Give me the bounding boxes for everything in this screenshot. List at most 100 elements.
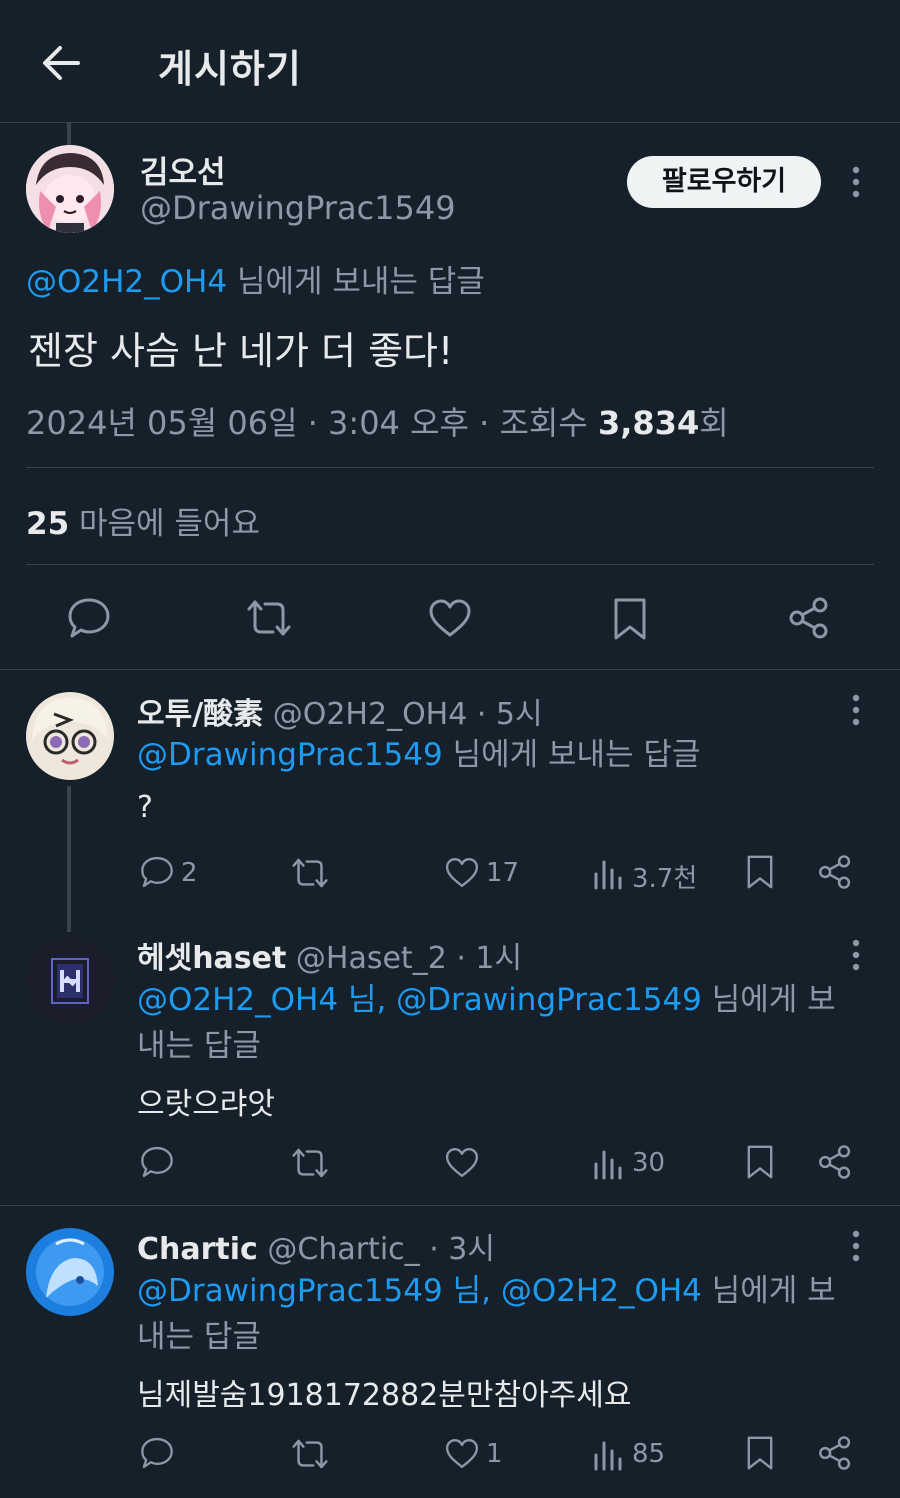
reply-context: @O2H2_OH4 님에게 보내는 답글 (26, 256, 485, 301)
retweet-icon (292, 1439, 328, 1469)
views-button[interactable] (592, 856, 624, 890)
mention-link[interactable]: @O2H2_OH4 님, @DrawingPrac1549 (137, 982, 702, 1018)
post-time[interactable]: · 5시 (467, 697, 543, 732)
thread-line (67, 786, 71, 932)
top-bar: 게시하기 (0, 0, 900, 123)
bookmark-button[interactable] (744, 1143, 776, 1181)
author-handle[interactable]: @DrawingPrac1549 (140, 189, 456, 227)
post-text: 으랏으랴앗 (137, 1087, 275, 1122)
retweet-button[interactable] (245, 596, 293, 640)
post-text: ? (137, 790, 153, 825)
author-name[interactable]: Chartic (137, 1232, 258, 1267)
reply-context: @O2H2_OH4 님, @DrawingPrac1549 님에게 보내는 답글 (137, 977, 837, 1069)
author-handle[interactable]: @Haset_2 (296, 941, 447, 976)
reply-header: Chartic @Chartic_ · 3시 (137, 1224, 495, 1268)
views-button[interactable] (592, 1146, 624, 1180)
bookmark-button[interactable] (744, 1434, 776, 1472)
reply-context: @DrawingPrac1549 님, @O2H2_OH4 님에게 보내는 답글 (137, 1268, 837, 1360)
retweet-button[interactable] (290, 1145, 330, 1181)
views-button[interactable] (592, 1437, 624, 1471)
share-icon (819, 855, 851, 889)
follow-button[interactable]: 팔로우하기 (627, 156, 821, 208)
mention-link[interactable]: @O2H2_OH4 (26, 264, 227, 300)
author-handle[interactable]: @Chartic_ (267, 1232, 419, 1267)
author-name[interactable]: 김오선 (140, 147, 226, 192)
more-options-button[interactable] (841, 162, 871, 202)
reply-icon (141, 856, 173, 888)
heart-icon (445, 858, 479, 887)
share-icon (819, 1145, 851, 1179)
post-time[interactable]: · 1시 (447, 941, 522, 976)
like-count: 17 (486, 858, 520, 888)
post-time[interactable]: · 3시 (420, 1232, 495, 1267)
avatar-image (26, 1228, 114, 1316)
share-button[interactable] (817, 854, 853, 890)
avatar[interactable] (26, 692, 114, 780)
bookmark-button[interactable] (610, 596, 650, 642)
post-timestamp[interactable]: 2024년 05월 06일 · 3:04 오후 · 조회수 (26, 404, 598, 442)
retweet-button[interactable] (290, 1436, 330, 1472)
analytics-icon (594, 1150, 622, 1180)
page-title: 게시하기 (158, 47, 302, 91)
reply-button[interactable] (139, 1145, 175, 1179)
bookmark-icon (747, 1436, 773, 1470)
like-button[interactable] (427, 597, 473, 639)
analytics-icon (594, 1441, 622, 1471)
heart-icon (429, 599, 471, 637)
retweet-icon (247, 600, 291, 636)
avatar[interactable] (26, 937, 114, 1025)
reply-button[interactable] (66, 596, 112, 640)
avatar-image (26, 937, 114, 1025)
view-count: 3.7천 (632, 864, 698, 894)
more-options-button[interactable] (841, 935, 871, 975)
retweet-icon (292, 858, 328, 888)
share-button[interactable] (817, 1144, 853, 1180)
bookmark-icon (747, 855, 773, 889)
likes-label: 마음에 들어요 (69, 506, 260, 542)
reply-header: 헤셋haset @Haset_2 · 1시 (137, 933, 522, 977)
reply-button[interactable] (139, 855, 175, 889)
back-button[interactable] (38, 40, 84, 86)
share-icon (789, 597, 828, 639)
reply-context: @DrawingPrac1549 님에게 보내는 답글 (137, 732, 837, 778)
divider (26, 467, 874, 468)
mention-link[interactable]: @DrawingPrac1549 님, @O2H2_OH4 (137, 1273, 702, 1309)
divider (0, 669, 900, 670)
mention-link[interactable]: @DrawingPrac1549 (137, 737, 443, 773)
share-button[interactable] (817, 1435, 853, 1471)
likes-count: 25 (26, 506, 70, 542)
post-text: 젠장 사슴 난 네가 더 좋다! (28, 329, 454, 373)
analytics-icon (594, 860, 622, 890)
more-options-button[interactable] (841, 690, 871, 730)
like-button[interactable] (444, 856, 480, 889)
view-count: 85 (632, 1439, 666, 1469)
author-name[interactable]: 헤셋haset (137, 941, 286, 976)
share-button[interactable] (787, 596, 831, 640)
more-vertical-icon (852, 166, 860, 198)
share-icon (819, 1436, 851, 1470)
post-text: 님제발숨1918172882분만참아주세요 (137, 1378, 632, 1413)
like-button[interactable] (444, 1437, 480, 1470)
reply-count: 2 (181, 858, 198, 888)
heart-icon (445, 1439, 479, 1468)
avatar[interactable] (26, 145, 114, 233)
view-count-suffix: 회 (699, 404, 729, 442)
bookmark-button[interactable] (744, 853, 776, 891)
author-handle[interactable]: @O2H2_OH4 (273, 697, 468, 732)
arrow-left-icon (43, 46, 80, 80)
heart-icon (445, 1148, 479, 1177)
reply-context-label: 님에게 보내는 답글 (442, 737, 701, 773)
more-options-button[interactable] (841, 1226, 871, 1266)
view-count: 30 (632, 1148, 666, 1178)
author-name[interactable]: 오투/酸素 (137, 697, 263, 732)
like-button[interactable] (444, 1146, 480, 1179)
view-count: 3,834 (597, 404, 700, 442)
retweet-button[interactable] (290, 855, 330, 891)
reply-header: 오투/酸素 @O2H2_OH4 · 5시 (137, 689, 543, 733)
reply-button[interactable] (139, 1436, 175, 1470)
like-count: 1 (486, 1439, 503, 1469)
reply-icon (68, 598, 110, 638)
retweet-icon (292, 1148, 328, 1178)
avatar[interactable] (26, 1228, 114, 1316)
likes-summary[interactable]: 25 마음에 들어요 (26, 498, 260, 543)
